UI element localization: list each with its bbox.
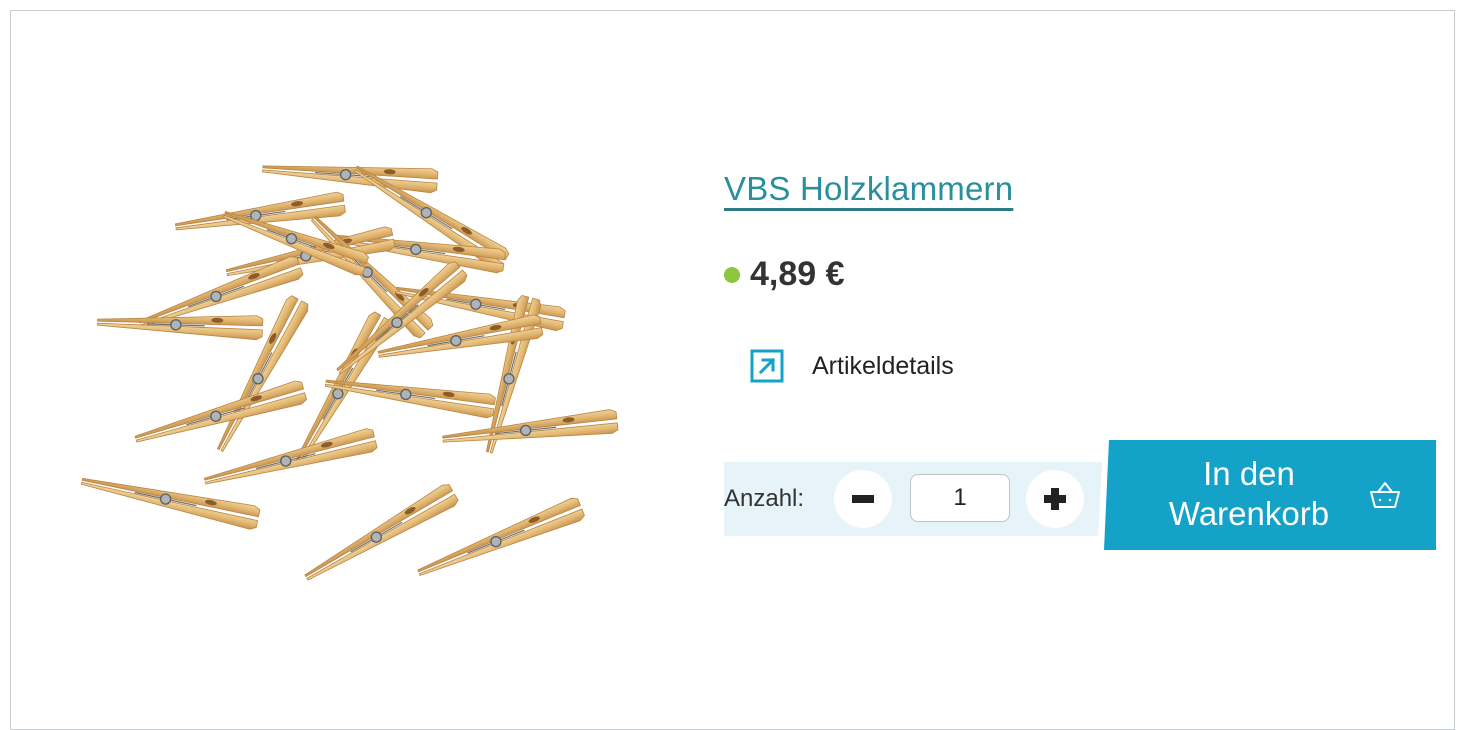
availability-dot-icon: [724, 266, 740, 283]
product-price: 4,89 €: [750, 255, 845, 293]
basket-icon: [1370, 482, 1400, 508]
article-details-link[interactable]: Artikeldetails: [750, 349, 954, 383]
quantity-input[interactable]: [910, 474, 1010, 522]
article-details-label: Artikeldetails: [812, 351, 954, 380]
minus-icon: [852, 495, 874, 503]
external-link-arrow-icon: [750, 349, 784, 383]
quantity-increase-button[interactable]: [1026, 470, 1084, 528]
add-to-cart-label: In den Warenkorb: [1168, 455, 1330, 532]
add-to-cart-button[interactable]: In den Warenkorb: [1104, 440, 1436, 550]
product-image[interactable]: [80, 145, 680, 595]
product-title-link[interactable]: VBS Holzklammern: [724, 170, 1013, 208]
price-row: 4,89 €: [724, 255, 845, 294]
quantity-label: Anzahl:: [724, 485, 805, 512]
plus-icon: [1044, 488, 1066, 510]
quantity-decrease-button[interactable]: [834, 470, 892, 528]
